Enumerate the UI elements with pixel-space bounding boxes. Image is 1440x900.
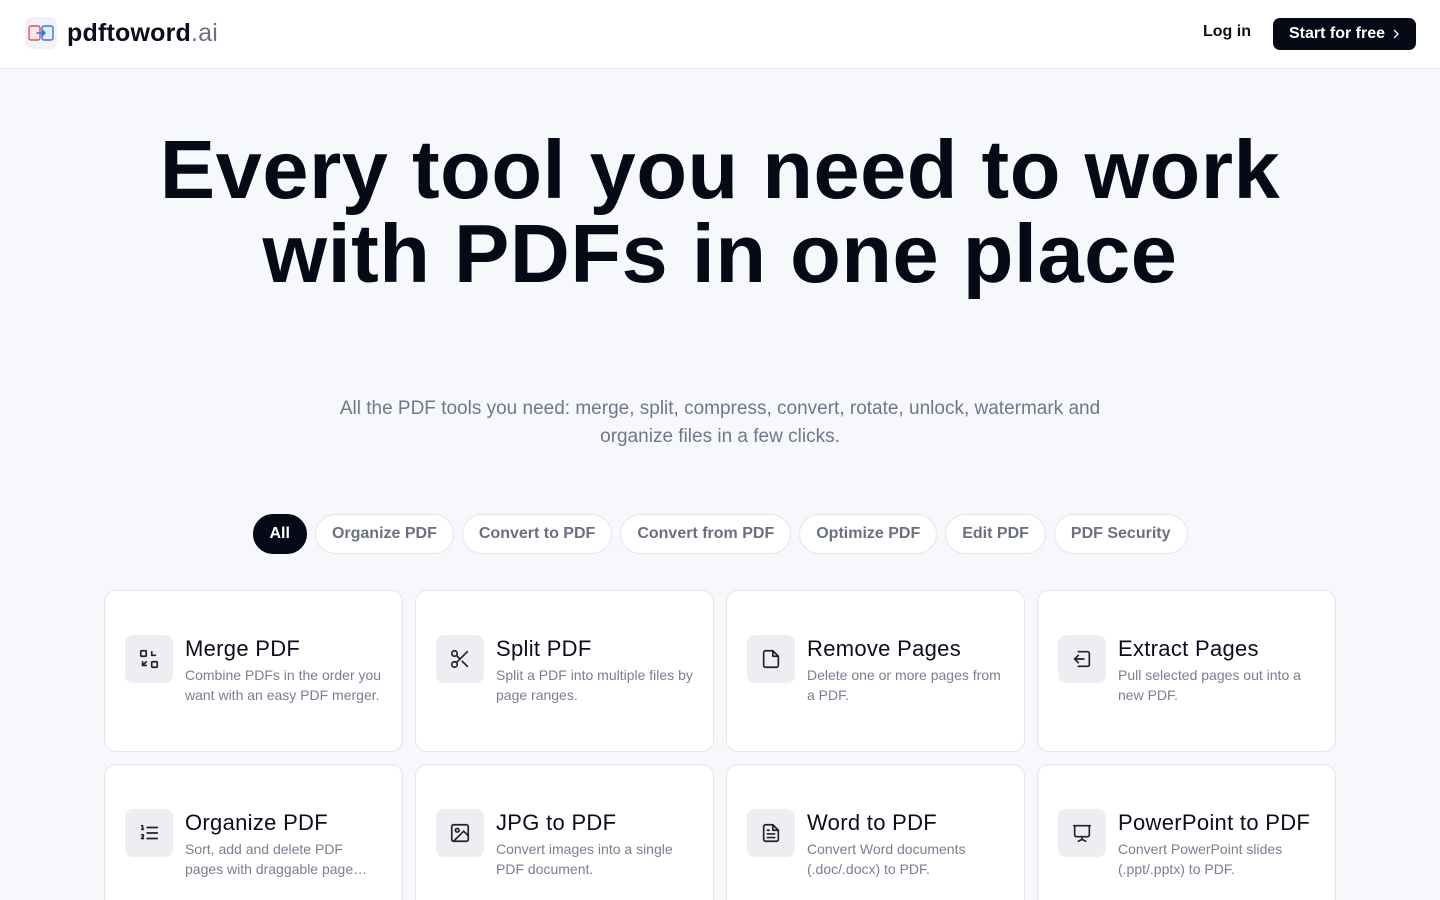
extract-icon bbox=[1058, 635, 1106, 683]
top-navbar: pdftoword.ai Log in Start for free bbox=[0, 0, 1440, 69]
filter-convert-from-pdf[interactable]: Convert from PDF bbox=[620, 514, 792, 554]
brand-logo[interactable]: pdftoword.ai bbox=[25, 17, 218, 49]
start-for-free-button[interactable]: Start for free bbox=[1273, 18, 1416, 50]
filter-all[interactable]: All bbox=[252, 514, 307, 554]
tool-title: Extract Pages bbox=[1118, 636, 1259, 661]
tool-card-extract-pages[interactable]: Extract Pages Pull selected pages out in… bbox=[1037, 590, 1336, 752]
tool-title: Word to PDF bbox=[807, 810, 938, 835]
file-icon bbox=[747, 635, 795, 683]
tool-card-word-to-pdf[interactable]: Word to PDF Convert Word documents (.doc… bbox=[726, 764, 1025, 900]
tool-description: Pull selected pages out into a new PDF. bbox=[1118, 667, 1301, 703]
filter-convert-to-pdf[interactable]: Convert to PDF bbox=[461, 514, 613, 554]
hero-subtitle: All the PDF tools you need: merge, split… bbox=[339, 398, 1101, 447]
tool-description: Delete one or more pages from a PDF. bbox=[807, 667, 1001, 703]
tool-title: Merge PDF bbox=[185, 636, 301, 661]
tool-title: Organize PDF bbox=[185, 810, 328, 835]
category-filters: All Organize PDF Convert to PDF Convert … bbox=[0, 514, 1440, 554]
document-text-icon bbox=[747, 809, 795, 857]
logo-icon bbox=[25, 17, 57, 49]
tool-card-split-pdf[interactable]: Split PDF Split a PDF into multiple file… bbox=[415, 590, 714, 752]
tool-card-jpg-to-pdf[interactable]: JPG to PDF Convert images into a single … bbox=[415, 764, 714, 900]
tool-title: Remove Pages bbox=[807, 636, 962, 661]
scissors-icon bbox=[436, 635, 484, 683]
filter-organize-pdf[interactable]: Organize PDF bbox=[314, 514, 454, 554]
tool-title: Split PDF bbox=[496, 636, 592, 661]
tools-grid: Merge PDF Combine PDFs in the order you … bbox=[104, 590, 1336, 900]
tool-card-organize-pdf[interactable]: Organize PDF Sort, add and delete PDF pa… bbox=[104, 764, 403, 900]
tool-card-remove-pages[interactable]: Remove Pages Delete one or more pages fr… bbox=[726, 590, 1025, 752]
cta-label: Start for free bbox=[1288, 25, 1386, 42]
image-icon bbox=[436, 809, 484, 857]
hero-title: Every tool you need to work with PDFs in… bbox=[159, 123, 1281, 300]
tool-title: PowerPoint to PDF bbox=[1118, 810, 1311, 835]
chevron-right-icon bbox=[1393, 29, 1400, 39]
tool-description: Convert PowerPoint slides (.ppt/.pptx) t… bbox=[1118, 841, 1283, 877]
tool-description: Convert images into a single PDF documen… bbox=[496, 841, 673, 877]
tool-card-powerpoint-to-pdf[interactable]: PowerPoint to PDF Convert PowerPoint sli… bbox=[1037, 764, 1336, 900]
brand-name: pdftoword.ai bbox=[67, 18, 218, 47]
merge-icon bbox=[125, 635, 173, 683]
filter-edit-pdf[interactable]: Edit PDF bbox=[945, 514, 1046, 554]
presentation-icon bbox=[1058, 809, 1106, 857]
login-link[interactable]: Log in bbox=[1203, 23, 1251, 41]
tool-description: Split a PDF into multiple files by page … bbox=[496, 667, 693, 703]
list-ordered-icon bbox=[125, 809, 173, 857]
tool-description: Combine PDFs in the order you want with … bbox=[185, 667, 382, 703]
tool-description: Convert Word documents (.doc/.docx) to P… bbox=[807, 841, 966, 877]
filter-optimize-pdf[interactable]: Optimize PDF bbox=[799, 514, 938, 554]
tool-card-merge-pdf[interactable]: Merge PDF Combine PDFs in the order you … bbox=[104, 590, 403, 752]
filter-pdf-security[interactable]: PDF Security bbox=[1053, 514, 1188, 554]
tool-description: Sort, add and delete PDF pages with drag… bbox=[185, 841, 354, 877]
tool-title: JPG to PDF bbox=[496, 810, 617, 835]
